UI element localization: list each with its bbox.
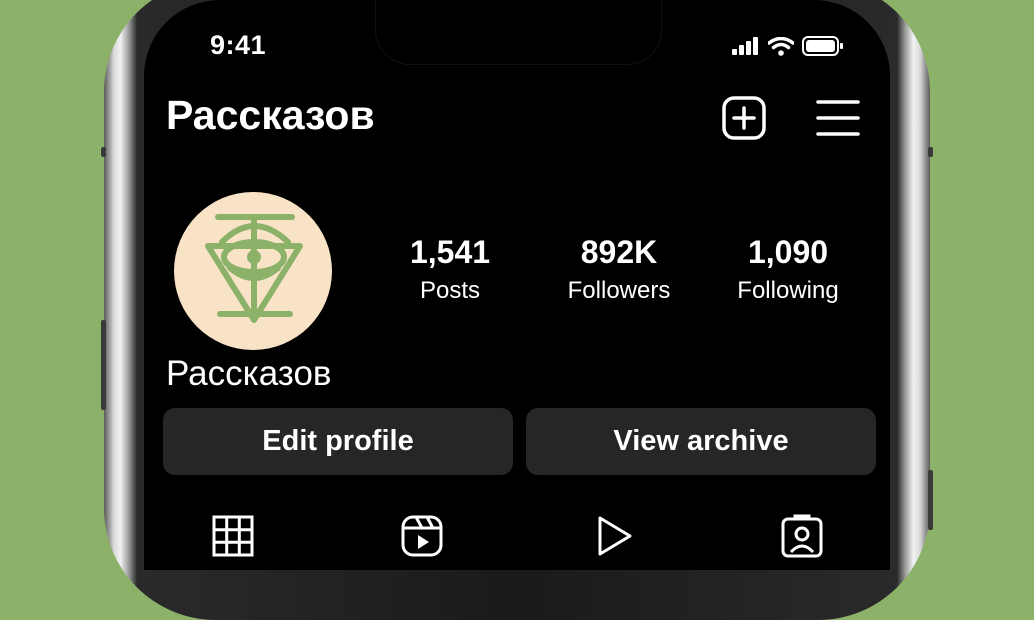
status-time: 9:41	[210, 30, 267, 60]
menu-icon	[816, 100, 860, 136]
wifi-icon	[768, 36, 794, 56]
battery-icon	[802, 36, 843, 56]
new-post-button[interactable]	[722, 96, 766, 140]
stat-following-value: 1,090	[747, 234, 829, 270]
tab-videos[interactable]	[592, 514, 636, 558]
phone-volume-button	[101, 320, 106, 410]
phone-side-button	[928, 147, 933, 157]
stat-posts-value: 1,541	[409, 234, 491, 270]
stat-followers[interactable]: 892K Followers	[539, 234, 699, 305]
new-post-icon	[722, 96, 766, 140]
video-icon	[598, 516, 632, 556]
stat-posts-label: Posts	[419, 277, 481, 304]
stat-followers-value: 892K	[580, 234, 658, 270]
status-icons	[732, 36, 844, 56]
stat-following[interactable]: 1,090 Following	[708, 234, 868, 305]
tab-tagged[interactable]	[780, 514, 824, 558]
avatar[interactable]	[174, 192, 332, 350]
tagged-icon	[781, 514, 823, 558]
phone-power-button	[928, 470, 933, 530]
phone-side-button	[101, 147, 106, 157]
notch	[376, 0, 661, 64]
avatar-emblem-icon	[205, 214, 303, 323]
cellular-signal-icon	[732, 37, 758, 55]
grid-icon	[212, 515, 254, 557]
stat-following-label: Following	[737, 277, 839, 304]
reels-icon	[401, 515, 443, 557]
stat-posts[interactable]: 1,541 Posts	[370, 234, 530, 305]
tab-reels[interactable]	[400, 514, 444, 558]
tab-grid[interactable]	[211, 514, 255, 558]
phone-screen: 9:41 Рассказов 1,541 Posts 892K Follower…	[144, 0, 890, 570]
display-name: Рассказов	[166, 354, 332, 393]
menu-button[interactable]	[816, 96, 860, 140]
view-archive-button[interactable]: View archive	[526, 408, 876, 475]
edit-profile-button[interactable]: Edit profile	[163, 408, 513, 475]
profile-username: Рассказов	[166, 92, 375, 138]
stat-followers-label: Followers	[567, 277, 671, 304]
